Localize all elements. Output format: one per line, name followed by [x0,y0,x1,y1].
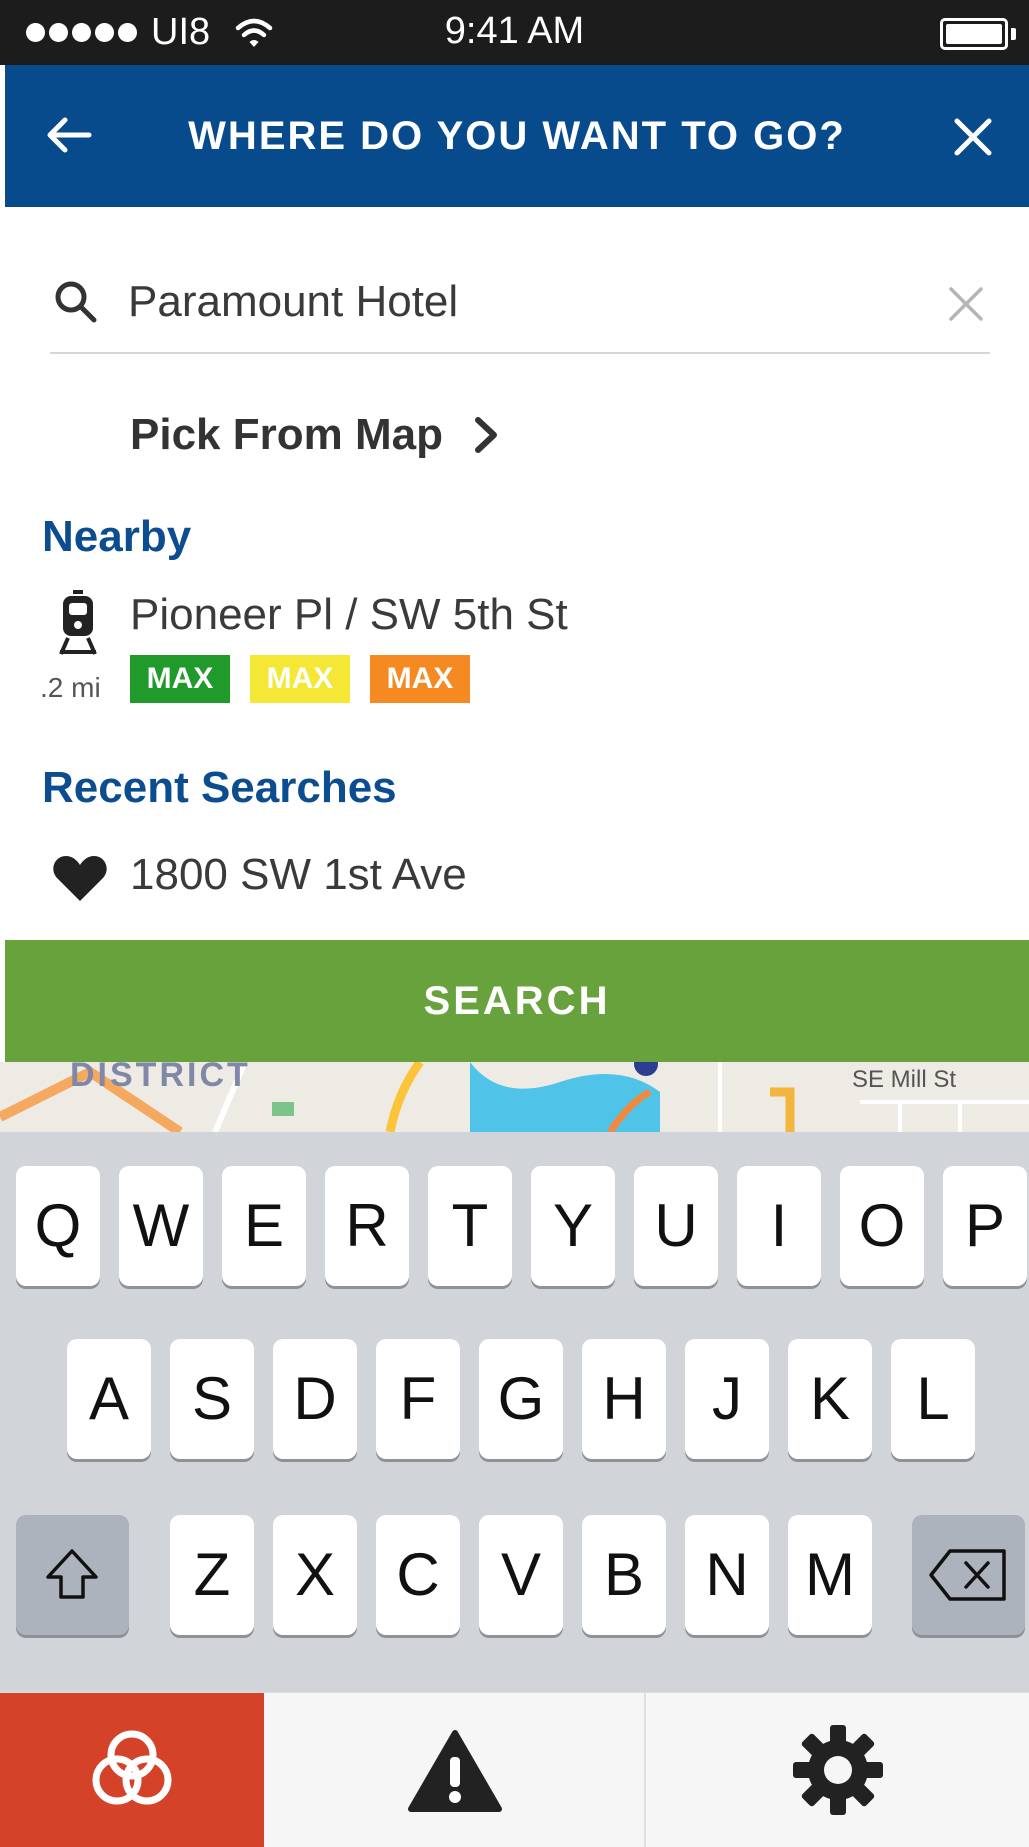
key-j[interactable]: J [685,1339,769,1459]
shift-key[interactable] [16,1515,129,1635]
key-z[interactable]: Z [170,1515,254,1635]
tab-settings[interactable] [646,1693,1029,1847]
key-v[interactable]: V [479,1515,563,1635]
key-y[interactable]: Y [531,1166,615,1286]
tab-home[interactable] [0,1693,264,1847]
key-c[interactable]: C [376,1515,460,1635]
battery-nub [1011,28,1016,40]
key-n[interactable]: N [685,1515,769,1635]
key-x[interactable]: X [273,1515,357,1635]
key-l[interactable]: L [891,1339,975,1459]
shift-icon [46,1549,98,1599]
status-bar: UI8 9:41 AM [0,0,1029,65]
max-orange-badge: MAX [370,655,470,703]
key-w[interactable]: W [119,1166,203,1286]
max-yellow-badge: MAX [250,655,350,703]
recent-searches-heading: Recent Searches [42,763,397,812]
clear-search-icon[interactable] [948,286,984,322]
key-o[interactable]: O [840,1166,924,1286]
nearby-stop-name[interactable]: Pioneer Pl / SW 5th St [130,590,568,640]
keyboard: QWERTYUIOP ASDFGHJKL ZXCVBNM [0,1132,1029,1692]
battery-icon [940,18,1008,50]
tab-bar [0,1692,1029,1847]
search-field [50,262,990,354]
recent-search-item[interactable]: 1800 SW 1st Ave [130,850,467,900]
gear-icon [793,1725,883,1815]
nearby-heading: Nearby [42,512,192,561]
key-u[interactable]: U [634,1166,718,1286]
search-icon [55,281,97,323]
stop-distance: .2 mi [40,672,101,703]
header-bar: WHERE DO YOU WANT TO GO? [5,65,1029,207]
search-button[interactable]: SEARCH [5,940,1029,1062]
backspace-key[interactable] [912,1515,1025,1635]
key-b[interactable]: B [582,1515,666,1635]
key-k[interactable]: K [788,1339,872,1459]
key-e[interactable]: E [222,1166,306,1286]
close-icon[interactable] [953,117,993,157]
key-m[interactable]: M [788,1515,872,1635]
backspace-icon [929,1549,1006,1601]
home-icon [92,1730,172,1805]
tab-alerts[interactable] [264,1693,646,1847]
key-i[interactable]: I [737,1166,821,1286]
key-r[interactable]: R [325,1166,409,1286]
map-street-label: SE Mill St [852,1066,957,1093]
key-g[interactable]: G [479,1339,563,1459]
tram-icon [59,590,97,655]
map-district-label: DISTRICT [70,1062,251,1094]
key-h[interactable]: H [582,1339,666,1459]
key-t[interactable]: T [428,1166,512,1286]
key-p[interactable]: P [943,1166,1027,1286]
clock: 9:41 AM [444,10,585,52]
heart-icon [53,856,107,901]
line-badges: MAX MAX MAX [130,655,490,703]
pick-from-map-link[interactable]: Pick From Map [130,405,499,465]
key-f[interactable]: F [376,1339,460,1459]
max-green-badge: MAX [130,655,230,703]
key-a[interactable]: A [67,1339,151,1459]
map-preview[interactable]: DISTRICT SE Mill St [0,1062,1029,1132]
pick-from-map-label: Pick From Map [130,410,443,459]
page-title: WHERE DO YOU WANT TO GO? [188,114,846,158]
key-s[interactable]: S [170,1339,254,1459]
key-d[interactable]: D [273,1339,357,1459]
alert-icon [408,1730,502,1812]
key-q[interactable]: Q [16,1166,100,1286]
search-input[interactable] [128,270,908,334]
chevron-right-icon [474,417,497,453]
